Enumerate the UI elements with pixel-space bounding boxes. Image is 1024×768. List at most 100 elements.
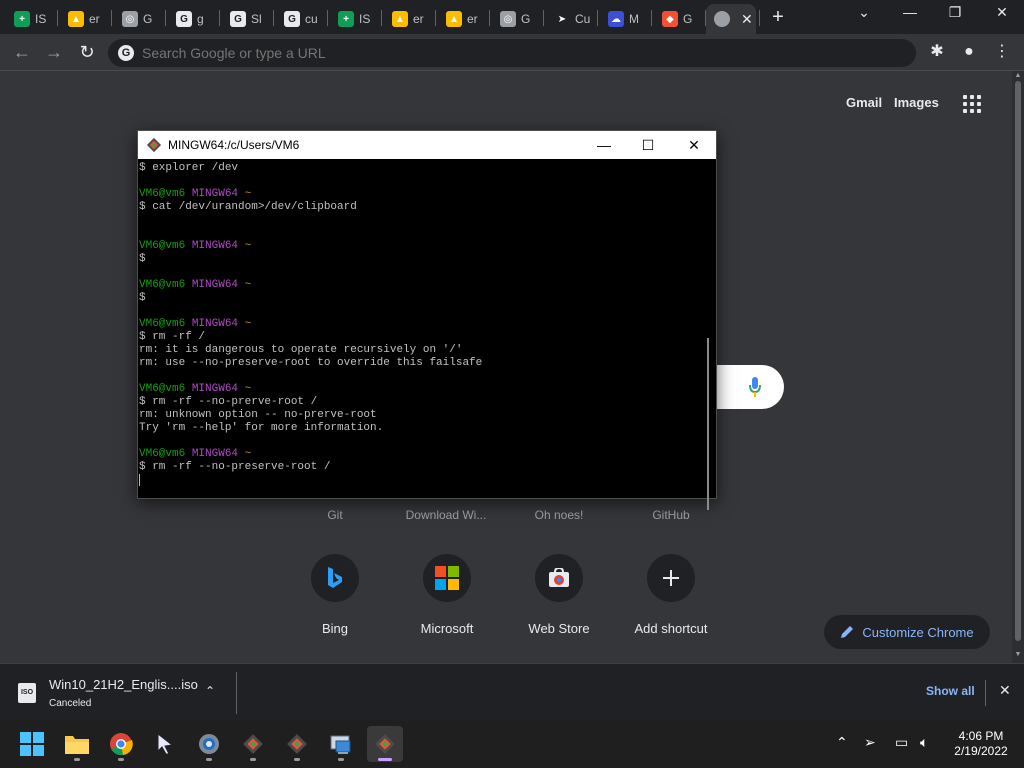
browser-tab[interactable]: ➤ Cu bbox=[546, 4, 596, 34]
images-link[interactable]: Images bbox=[894, 95, 939, 110]
microphone-icon[interactable] bbox=[748, 376, 762, 398]
tab-title: IS bbox=[35, 12, 47, 26]
git-icon: ◆ bbox=[662, 11, 678, 27]
profile-avatar[interactable]: ● bbox=[958, 41, 980, 63]
google-apps-icon[interactable] bbox=[963, 95, 981, 113]
tab-title: er bbox=[89, 12, 100, 26]
reload-button[interactable]: ↻ bbox=[75, 41, 99, 63]
terminal-scroll-thumb[interactable] bbox=[707, 338, 709, 510]
taskbar-git-bash-3[interactable] bbox=[367, 726, 403, 762]
menu-icon[interactable]: ⋮ bbox=[991, 41, 1013, 63]
browser-tab[interactable]: ◆ G bbox=[654, 4, 704, 34]
scroll-up-icon[interactable]: ▲ bbox=[1012, 72, 1024, 79]
taskbar-git-bash-1[interactable] bbox=[235, 726, 271, 762]
terminal-command-line: $ rm -rf --no-preserve-root / bbox=[139, 461, 331, 473]
start-button[interactable] bbox=[14, 726, 50, 762]
shortcut-label-oh-noes[interactable]: Oh noes! bbox=[503, 508, 615, 522]
taskbar-file-explorer[interactable] bbox=[59, 726, 95, 762]
show-all-button[interactable]: Show all bbox=[926, 684, 975, 698]
browser-tab[interactable]: + IS bbox=[330, 4, 380, 34]
settings-gear-icon bbox=[199, 734, 219, 754]
remote-desktop-icon bbox=[330, 735, 351, 754]
chevron-up-icon[interactable]: ⌃ bbox=[205, 684, 215, 698]
show-hidden-icons-chevron-icon[interactable]: ⌃ bbox=[836, 734, 848, 751]
shortcut-microsoft[interactable]: Microsoft bbox=[391, 554, 503, 644]
location-arrow-icon[interactable]: ➢ bbox=[864, 734, 876, 751]
terminal-command-line: $ rm -rf --no-prerve-root / bbox=[139, 396, 318, 408]
tab-title: cu bbox=[305, 12, 318, 26]
shortcut-add[interactable]: Add shortcut bbox=[615, 554, 727, 644]
system-clock[interactable]: 4:06 PM 2/19/2022 bbox=[946, 729, 1016, 759]
windows-logo-icon bbox=[20, 732, 44, 756]
forward-button[interactable]: → bbox=[42, 41, 66, 63]
page-scrollbar[interactable]: ▲ ▼ bbox=[1012, 71, 1024, 663]
browser-tab[interactable]: ▲ er bbox=[384, 4, 434, 34]
git-bash-window[interactable]: MINGW64:/c/Users/VM6 — ☐ ✕ $ explorer /d… bbox=[137, 130, 717, 510]
tab-separator bbox=[111, 10, 112, 26]
terminal-maximize-button[interactable]: ☐ bbox=[636, 135, 660, 155]
scroll-thumb[interactable] bbox=[1015, 81, 1021, 641]
maximize-button[interactable]: ❐ bbox=[935, 4, 975, 26]
windows-taskbar: ⌃ ➢ ▭ 🔈︎ 4:06 PM 2/19/2022 bbox=[0, 720, 1024, 768]
terminal-output[interactable]: $ explorer /dev VM6@vm6 MINGW64 ~ $ cat /d… bbox=[139, 162, 699, 498]
tab-separator bbox=[759, 10, 760, 26]
browser-tab[interactable]: ☁ M bbox=[600, 4, 650, 34]
browser-tab[interactable]: ▲ er bbox=[60, 4, 110, 34]
shortcut-label-git[interactable]: Git bbox=[279, 508, 391, 522]
tab-search-button[interactable]: ⌄ bbox=[844, 4, 884, 26]
active-browser-tab[interactable]: ✕ bbox=[706, 4, 756, 34]
git-bash-icon bbox=[375, 734, 395, 754]
taskbar-settings[interactable] bbox=[191, 726, 227, 762]
drive-icon: ▲ bbox=[392, 11, 408, 27]
terminal-scrollbar[interactable] bbox=[700, 160, 716, 510]
browser-tab[interactable]: ◎ G bbox=[114, 4, 164, 34]
tab-separator bbox=[327, 10, 328, 26]
globe-icon: ◎ bbox=[500, 11, 516, 27]
extensions-icon[interactable]: ✱ bbox=[926, 41, 948, 63]
browser-tab[interactable]: Gcu bbox=[276, 4, 326, 34]
sheets-icon: + bbox=[338, 11, 354, 27]
shortcut-label-github[interactable]: GitHub bbox=[615, 508, 727, 522]
taskbar-remote-desktop[interactable] bbox=[323, 726, 359, 762]
prompt-user: VM6@vm6 bbox=[139, 240, 186, 252]
new-tab-button[interactable]: + bbox=[767, 6, 789, 28]
scroll-down-icon[interactable]: ▼ bbox=[1012, 651, 1024, 658]
tab-title: Cu bbox=[575, 12, 591, 26]
browser-tab[interactable]: + IS bbox=[6, 4, 56, 34]
shortcut-web-store[interactable]: Web Store bbox=[503, 554, 615, 644]
download-file-name[interactable]: Win10_21H2_Englis....iso bbox=[49, 677, 198, 692]
shortcut-label-download[interactable]: Download Wi... bbox=[390, 508, 502, 522]
customize-chrome-button[interactable]: Customize Chrome bbox=[824, 615, 990, 649]
close-window-button[interactable]: ✕ bbox=[982, 4, 1022, 26]
minimize-button[interactable]: — bbox=[890, 4, 930, 26]
network-icon[interactable]: ▭ bbox=[895, 734, 908, 751]
omnibox[interactable]: G bbox=[108, 39, 916, 67]
terminal-prompt-line: VM6@vm6 MINGW64 ~ bbox=[139, 279, 699, 292]
shortcut-bing[interactable]: Bing bbox=[279, 554, 391, 644]
google-icon: G bbox=[284, 11, 300, 27]
prompt-user: VM6@vm6 bbox=[139, 188, 186, 200]
gmail-link[interactable]: Gmail bbox=[846, 95, 882, 110]
terminal-command-line: $ cat /dev/urandom>/dev/clipboard bbox=[139, 201, 357, 213]
prompt-dir: ~ bbox=[244, 448, 252, 460]
browser-tab[interactable]: ◎ G bbox=[492, 4, 542, 34]
browser-tab[interactable]: ▲ er bbox=[438, 4, 488, 34]
clock-time: 4:06 PM bbox=[958, 729, 1004, 743]
close-download-bar-icon[interactable]: ✕ bbox=[999, 682, 1011, 699]
terminal-minimize-button[interactable]: — bbox=[592, 135, 616, 155]
terminal-output-line: rm: it is dangerous to operate recursive… bbox=[139, 344, 463, 356]
taskbar-git-bash-2[interactable] bbox=[279, 726, 315, 762]
volume-icon[interactable]: 🔈︎ bbox=[920, 734, 928, 751]
address-input[interactable] bbox=[142, 45, 842, 61]
terminal-close-button[interactable]: ✕ bbox=[682, 135, 706, 155]
back-button[interactable]: ← bbox=[10, 41, 34, 63]
taskbar-cursor-app[interactable] bbox=[147, 726, 183, 762]
close-tab-icon[interactable]: ✕ bbox=[741, 11, 753, 28]
terminal-title-bar[interactable]: MINGW64:/c/Users/VM6 — ☐ ✕ bbox=[138, 131, 716, 159]
chrome-icon bbox=[110, 733, 133, 756]
browser-tab[interactable]: G Sl bbox=[222, 4, 272, 34]
browser-tab[interactable]: Gg bbox=[168, 4, 218, 34]
taskbar-chrome[interactable] bbox=[103, 726, 139, 762]
